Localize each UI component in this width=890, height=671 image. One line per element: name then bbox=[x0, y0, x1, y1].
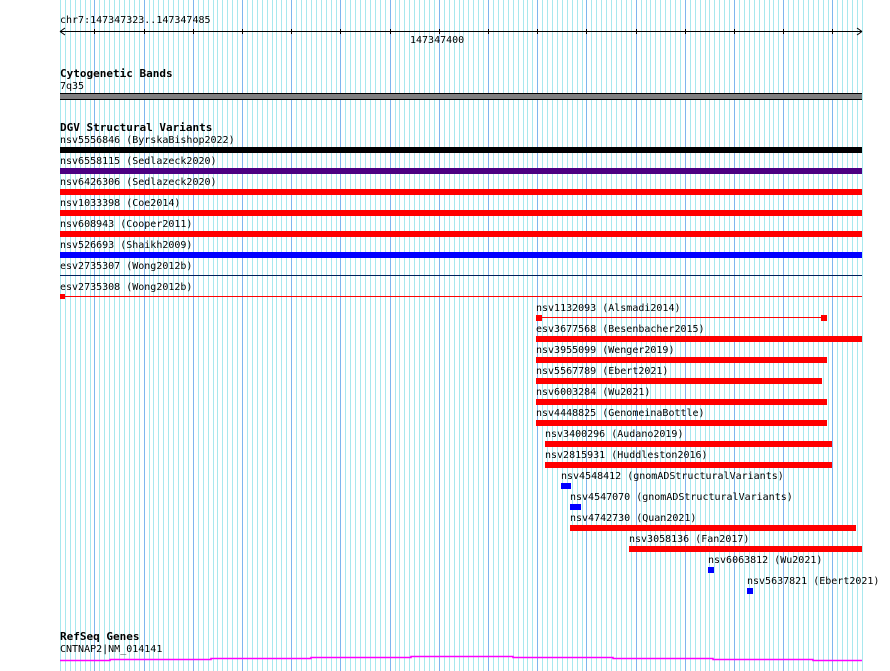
dgv-feature-label: nsv1132093 (Alsmadi2014) bbox=[536, 303, 681, 314]
dgv-feature-label: nsv6063812 (Wu2021) bbox=[708, 555, 823, 566]
dgv-feature-label: nsv3955099 (Wenger2019) bbox=[536, 345, 675, 356]
track-title-dgv: DGV Structural Variants bbox=[60, 121, 213, 134]
gene-cntnap2[interactable] bbox=[0, 650, 890, 666]
dgv-feature-bar[interactable] bbox=[629, 546, 862, 552]
dgv-feature-label: nsv4547070 (gnomADStructuralVariants) bbox=[570, 492, 793, 503]
dgv-feature-label: nsv4548412 (gnomADStructuralVariants) bbox=[561, 471, 784, 482]
dgv-feature-label: nsv4448825 (GenomeinaBottle) bbox=[536, 408, 705, 419]
dgv-feature-label: nsv5637821 (Ebert2021) bbox=[747, 576, 880, 587]
dgv-feature-bar[interactable] bbox=[60, 210, 862, 216]
dgv-feature-bar[interactable] bbox=[570, 504, 581, 510]
gene-intron-line bbox=[60, 655, 862, 662]
dgv-feature-label: nsv3400296 (Audano2019) bbox=[545, 429, 684, 440]
dgv-feature-bar[interactable] bbox=[536, 336, 862, 342]
dgv-feature-bar[interactable] bbox=[536, 420, 827, 426]
cytoband-label: 7q35 bbox=[60, 81, 85, 92]
track-title-refseq: RefSeq Genes bbox=[60, 630, 140, 643]
dgv-feature-bar[interactable] bbox=[60, 147, 862, 153]
dgv-feature-label: esv2735308 (Wong2012b) bbox=[60, 282, 193, 293]
dgv-feature-line[interactable] bbox=[60, 296, 862, 297]
dgv-feature-bar[interactable] bbox=[708, 567, 714, 573]
dgv-feature-label: nsv6558115 (Sedlazeck2020) bbox=[60, 156, 217, 167]
dgv-feature-line[interactable] bbox=[536, 317, 827, 318]
ruler-tick-label: 147347400 bbox=[410, 35, 465, 46]
dgv-feature-label: nsv5556846 (ByrskaBishop2022) bbox=[60, 135, 235, 146]
dgv-feature-label: esv2735307 (Wong2012b) bbox=[60, 261, 193, 272]
dgv-feature-label: nsv608943 (Cooper2011) bbox=[60, 219, 193, 230]
dgv-feature-bar[interactable] bbox=[570, 525, 856, 531]
dgv-feature-label: nsv5567789 (Ebert2021) bbox=[536, 366, 669, 377]
dgv-feature-label: nsv2815931 (Huddleston2016) bbox=[545, 450, 708, 461]
dgv-feature-bar[interactable] bbox=[545, 462, 832, 468]
dgv-feature-bar[interactable] bbox=[60, 252, 862, 258]
dgv-feature-label: nsv526693 (Shaikh2009) bbox=[60, 240, 193, 251]
dgv-feature-label: nsv3058136 (Fan2017) bbox=[629, 534, 750, 545]
dgv-feature-bar[interactable] bbox=[536, 357, 827, 363]
dgv-feature-label: nsv6426306 (Sedlazeck2020) bbox=[60, 177, 217, 188]
dgv-feature-bar[interactable] bbox=[536, 378, 822, 384]
dgv-feature-block[interactable] bbox=[536, 315, 542, 321]
dgv-feature-bar[interactable] bbox=[545, 441, 832, 447]
dgv-feature-block[interactable] bbox=[821, 315, 827, 321]
dgv-feature-bar[interactable] bbox=[60, 189, 862, 195]
dgv-feature-label: nsv1033398 (Coe2014) bbox=[60, 198, 181, 209]
track-title-cytogenetic-bands: Cytogenetic Bands bbox=[60, 67, 173, 80]
dgv-feature-label: nsv6003284 (Wu2021) bbox=[536, 387, 651, 398]
dgv-feature-line[interactable] bbox=[60, 275, 862, 276]
cytoband-7q35[interactable] bbox=[60, 93, 862, 100]
dgv-feature-label: esv3677568 (Besenbacher2015) bbox=[536, 324, 705, 335]
dgv-feature-bar[interactable] bbox=[60, 231, 862, 237]
dgv-feature-bar[interactable] bbox=[747, 588, 753, 594]
ruler-location: chr7:147347323..147347485 bbox=[60, 15, 211, 26]
dgv-feature-label: nsv4742730 (Quan2021) bbox=[570, 513, 697, 524]
dgv-feature-bar[interactable] bbox=[60, 168, 862, 174]
dgv-feature-block[interactable] bbox=[60, 294, 65, 299]
dgv-feature-bar[interactable] bbox=[536, 399, 827, 405]
dgv-feature-bar[interactable] bbox=[561, 483, 571, 489]
